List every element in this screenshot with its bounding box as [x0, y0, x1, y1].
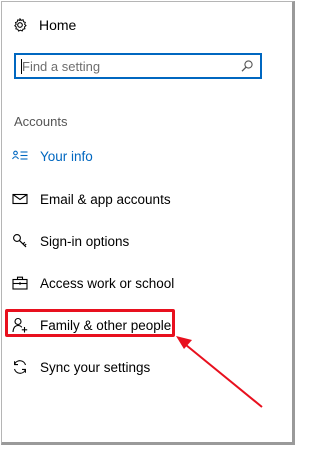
annotation-arrow — [176, 336, 263, 408]
